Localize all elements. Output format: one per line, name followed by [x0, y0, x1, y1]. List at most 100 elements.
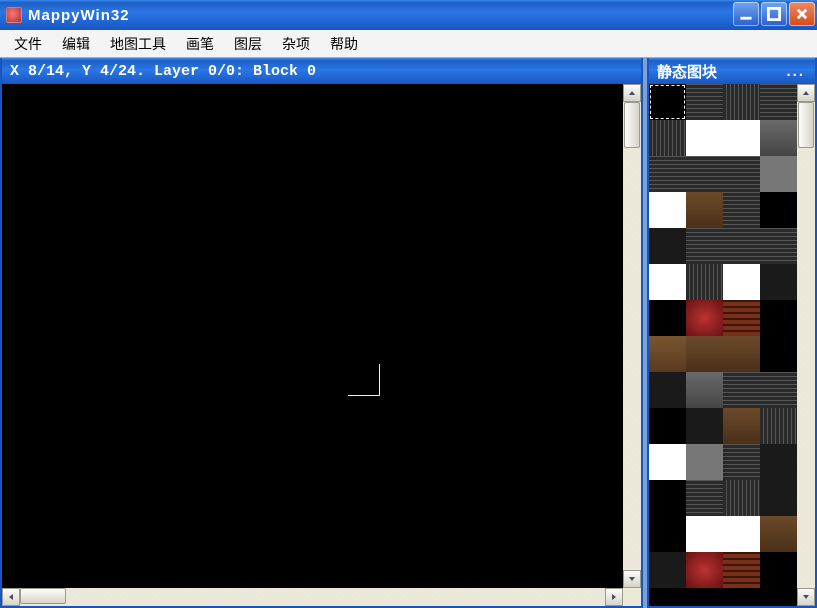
tile-11[interactable]: [760, 156, 797, 192]
palette-titlebar: 静态图块 ...: [649, 58, 815, 84]
map-status-text: X 8/14, Y 4/24. Layer 0/0: Block 0: [10, 63, 316, 80]
tile-31[interactable]: [760, 336, 797, 372]
tile-2[interactable]: [723, 84, 760, 120]
tile-37[interactable]: [686, 408, 723, 444]
scroll-thumb[interactable]: [624, 102, 640, 148]
scroll-up-button[interactable]: [623, 84, 641, 102]
map-horizontal-scrollbar[interactable]: [2, 588, 623, 606]
tile-25[interactable]: [686, 300, 723, 336]
tile-1[interactable]: [686, 84, 723, 120]
tile-16[interactable]: [649, 228, 686, 264]
tile-29[interactable]: [686, 336, 723, 372]
map-bottom-bar: [2, 588, 641, 606]
map-status-bar: X 8/14, Y 4/24. Layer 0/0: Block 0: [2, 58, 641, 84]
window-title: MappyWin32: [28, 7, 130, 24]
tile-55[interactable]: [760, 552, 797, 588]
tile-34[interactable]: [723, 372, 760, 408]
tile-12[interactable]: [649, 192, 686, 228]
tile-52[interactable]: [649, 552, 686, 588]
tile-30[interactable]: [723, 336, 760, 372]
tile-44[interactable]: [649, 480, 686, 516]
menu-misc[interactable]: 杂项: [272, 31, 320, 57]
tile-50[interactable]: [723, 516, 760, 552]
tile-7[interactable]: [760, 120, 797, 156]
tile-21[interactable]: [686, 264, 723, 300]
tile-23[interactable]: [760, 264, 797, 300]
tile-32[interactable]: [649, 372, 686, 408]
scroll-right-button[interactable]: [605, 588, 623, 606]
tile-27[interactable]: [760, 300, 797, 336]
tile-54[interactable]: [723, 552, 760, 588]
map-cursor-indicator: [348, 364, 380, 396]
menubar: 文件 编辑 地图工具 画笔 图层 杂项 帮助: [0, 30, 817, 58]
scroll-thumb[interactable]: [20, 588, 66, 604]
scroll-track[interactable]: [797, 102, 815, 588]
tile-4[interactable]: [649, 120, 686, 156]
tile-19[interactable]: [760, 228, 797, 264]
scroll-track[interactable]: [20, 588, 605, 606]
tile-49[interactable]: [686, 516, 723, 552]
tile-13[interactable]: [686, 192, 723, 228]
window-buttons: [733, 2, 815, 26]
close-button[interactable]: [789, 2, 815, 26]
tile-14[interactable]: [723, 192, 760, 228]
tile-45[interactable]: [686, 480, 723, 516]
scroll-left-button[interactable]: [2, 588, 20, 606]
tile-0[interactable]: [649, 84, 686, 120]
palette-body: [649, 84, 815, 606]
tile-43[interactable]: [760, 444, 797, 480]
menu-edit[interactable]: 编辑: [52, 31, 100, 57]
tile-46[interactable]: [723, 480, 760, 516]
tile-35[interactable]: [760, 372, 797, 408]
tile-18[interactable]: [723, 228, 760, 264]
tile-40[interactable]: [649, 444, 686, 480]
scroll-up-button[interactable]: [797, 84, 815, 102]
tile-51[interactable]: [760, 516, 797, 552]
tile-48[interactable]: [649, 516, 686, 552]
tile-9[interactable]: [686, 156, 723, 192]
tile-28[interactable]: [649, 336, 686, 372]
tile-6[interactable]: [723, 120, 760, 156]
workspace: X 8/14, Y 4/24. Layer 0/0: Block 0: [0, 58, 817, 608]
maximize-button[interactable]: [761, 2, 787, 26]
tile-8[interactable]: [649, 156, 686, 192]
tile-3[interactable]: [760, 84, 797, 120]
tile-10[interactable]: [723, 156, 760, 192]
menu-maptools[interactable]: 地图工具: [100, 31, 176, 57]
palette-more-icon[interactable]: ...: [786, 63, 805, 80]
tile-24[interactable]: [649, 300, 686, 336]
tile-36[interactable]: [649, 408, 686, 444]
palette-vertical-scrollbar[interactable]: [797, 84, 815, 606]
map-vertical-scrollbar[interactable]: [623, 84, 641, 588]
tile-palette-window: 静态图块 ...: [647, 58, 817, 608]
tile-47[interactable]: [760, 480, 797, 516]
map-body: [2, 84, 641, 588]
tile-5[interactable]: [686, 120, 723, 156]
app-icon: [6, 7, 22, 23]
map-canvas[interactable]: [2, 84, 623, 588]
tile-15[interactable]: [760, 192, 797, 228]
palette-title: 静态图块: [657, 61, 717, 82]
tile-39[interactable]: [760, 408, 797, 444]
tile-33[interactable]: [686, 372, 723, 408]
tile-53[interactable]: [686, 552, 723, 588]
tile-20[interactable]: [649, 264, 686, 300]
tile-42[interactable]: [723, 444, 760, 480]
menu-layer[interactable]: 图层: [224, 31, 272, 57]
titlebar: MappyWin32: [0, 0, 817, 30]
tile-38[interactable]: [723, 408, 760, 444]
scroll-track[interactable]: [623, 102, 641, 570]
menu-help[interactable]: 帮助: [320, 31, 368, 57]
tile-26[interactable]: [723, 300, 760, 336]
minimize-button[interactable]: [733, 2, 759, 26]
menu-brush[interactable]: 画笔: [176, 31, 224, 57]
menu-file[interactable]: 文件: [4, 31, 52, 57]
tile-17[interactable]: [686, 228, 723, 264]
tile-41[interactable]: [686, 444, 723, 480]
scroll-down-button[interactable]: [623, 570, 641, 588]
scroll-corner: [623, 588, 641, 606]
tile-22[interactable]: [723, 264, 760, 300]
tile-grid[interactable]: [649, 84, 797, 606]
scroll-thumb[interactable]: [798, 102, 814, 148]
scroll-down-button[interactable]: [797, 588, 815, 606]
